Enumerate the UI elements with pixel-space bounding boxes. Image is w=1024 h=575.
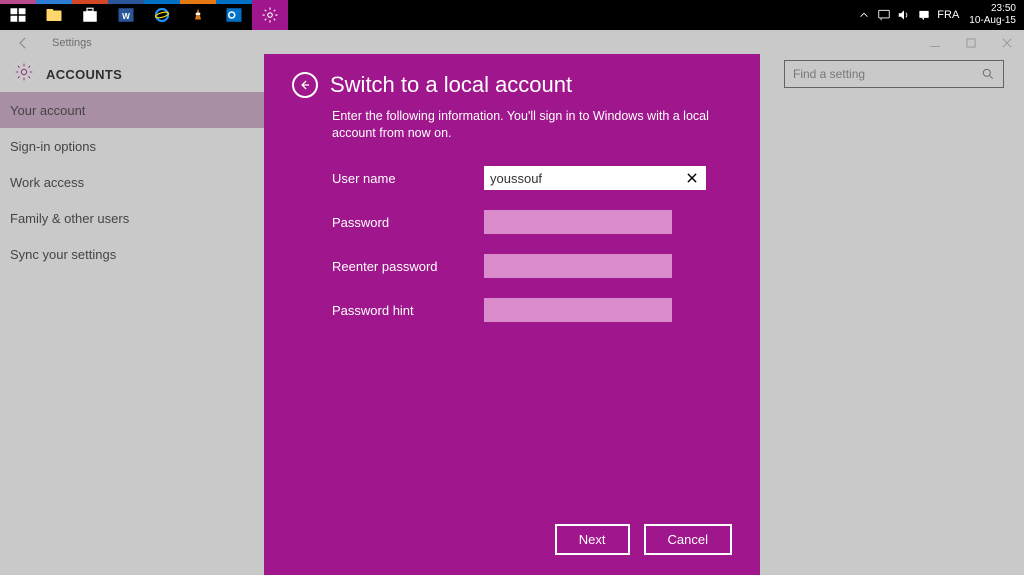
notification-icon[interactable] (917, 8, 931, 22)
start-button[interactable] (0, 0, 36, 30)
svg-text:W: W (122, 12, 130, 21)
password-label: Password (332, 215, 484, 230)
input-language[interactable]: FRA (937, 9, 959, 21)
outlook-icon[interactable] (216, 0, 252, 30)
modal-back-button[interactable] (292, 72, 318, 98)
modal-subtitle: Enter the following information. You'll … (332, 108, 732, 142)
tray-chevron-icon[interactable] (857, 8, 871, 22)
file-explorer-icon[interactable] (36, 0, 72, 30)
vlc-icon[interactable] (180, 0, 216, 30)
next-button[interactable]: Next (555, 524, 630, 555)
volume-icon[interactable] (897, 8, 911, 22)
password-hint-input[interactable] (484, 298, 672, 322)
modal-title: Switch to a local account (330, 72, 572, 98)
tray-clock[interactable]: 23:50 10-Aug-15 (965, 3, 1016, 27)
action-center-icon[interactable] (877, 8, 891, 22)
reenter-password-label: Reenter password (332, 259, 484, 274)
username-input[interactable] (484, 166, 706, 190)
cancel-button[interactable]: Cancel (644, 524, 732, 555)
taskbar: W FRA 23:50 10-Aug-15 (0, 0, 1024, 30)
switch-local-account-modal: Switch to a local account Enter the foll… (264, 54, 760, 575)
reenter-password-input[interactable] (484, 254, 672, 278)
clear-username-button[interactable] (682, 168, 702, 188)
username-label: User name (332, 171, 484, 186)
ie-icon[interactable] (144, 0, 180, 30)
password-input[interactable] (484, 210, 672, 234)
password-hint-label: Password hint (332, 303, 484, 318)
settings-app-icon[interactable] (252, 0, 288, 30)
store-icon[interactable] (72, 0, 108, 30)
word-icon[interactable]: W (108, 0, 144, 30)
